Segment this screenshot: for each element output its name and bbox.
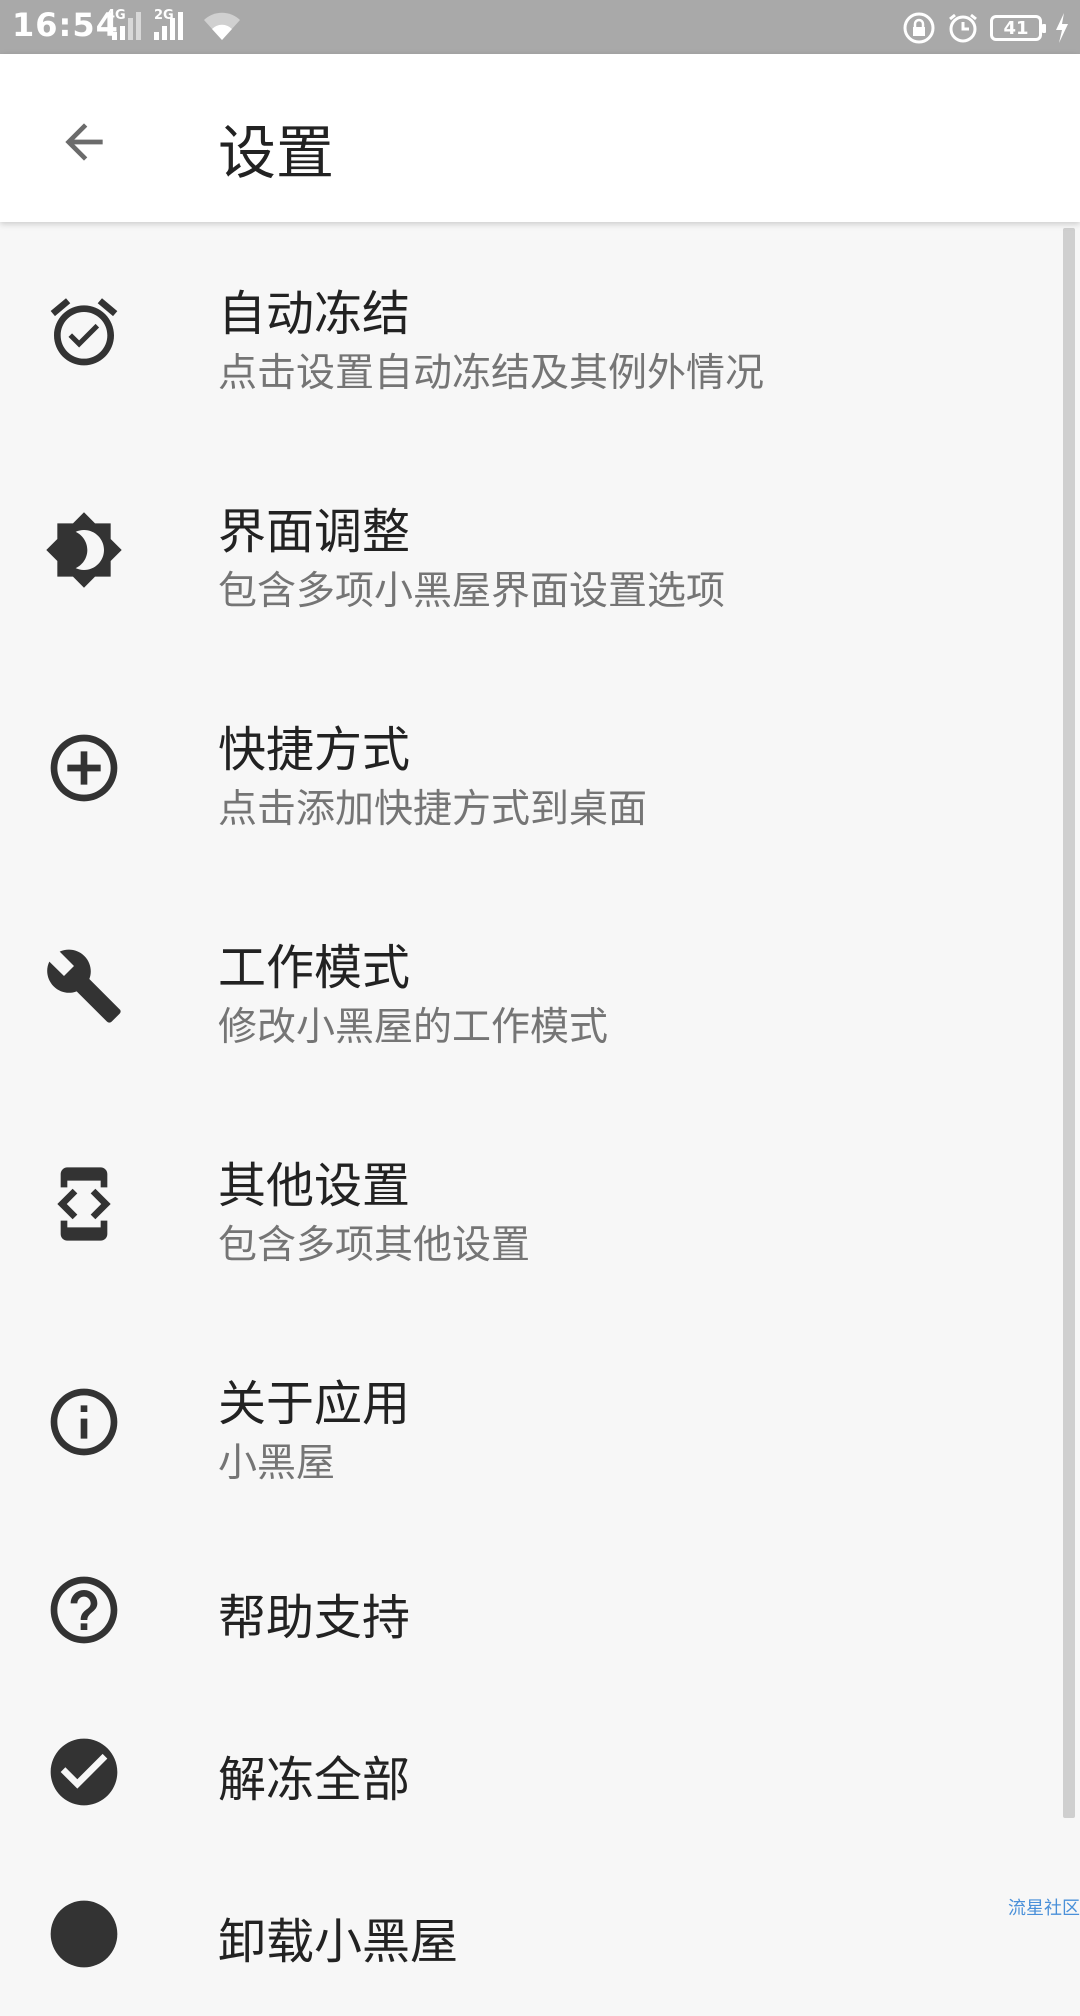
back-button[interactable]	[50, 108, 118, 176]
status-icons: 41	[902, 8, 1070, 48]
setting-about[interactable]: 关于应用 小黑屋	[0, 1312, 1062, 1530]
setting-subtitle: 包含多项小黑屋界面设置选项	[218, 569, 726, 614]
lock-icon	[903, 12, 935, 44]
circle-icon	[44, 1894, 124, 1974]
setting-ui-adjust[interactable]: 界面调整 包含多项小黑屋界面设置选项	[0, 440, 1062, 658]
setting-subtitle: 修改小黑屋的工作模式	[218, 1005, 609, 1050]
alarm-check-icon	[44, 292, 124, 372]
signal-icon: 4G	[106, 8, 146, 44]
setting-work-mode[interactable]: 工作模式 修改小黑屋的工作模式	[0, 876, 1062, 1094]
setting-title: 关于应用	[218, 1376, 411, 1432]
add-circle-icon	[44, 728, 124, 808]
help-icon	[44, 1570, 124, 1650]
app-bar: 设置	[0, 54, 1080, 222]
setting-title: 快捷方式	[218, 722, 411, 778]
setting-auto-freeze[interactable]: 自动冻结 点击设置自动冻结及其例外情况	[0, 222, 1062, 440]
setting-title: 解冻全部	[218, 1752, 411, 1808]
setting-title: 卸载小黑屋	[218, 1914, 459, 1970]
status-time: 16:54	[12, 6, 119, 44]
alarm-icon	[949, 13, 977, 43]
check-circle-icon	[44, 1732, 124, 1812]
scrollbar[interactable]	[1063, 228, 1075, 1818]
brightness-icon	[44, 510, 124, 590]
battery-icon: 41	[990, 15, 1046, 41]
signal-icon: 2G	[152, 8, 192, 44]
status-bar: 16:54 4G 2G 41	[0, 0, 1080, 54]
wrench-icon	[44, 946, 124, 1026]
wifi-icon	[200, 8, 244, 44]
page-title: 设置	[218, 119, 335, 187]
setting-title: 界面调整	[218, 504, 411, 560]
setting-unfreeze-all[interactable]: 解冻全部	[0, 1692, 1062, 1854]
battery-level: 41	[1003, 17, 1029, 39]
setting-title: 自动冻结	[218, 286, 411, 342]
info-icon	[44, 1382, 124, 1462]
setting-subtitle: 点击设置自动冻结及其例外情况	[218, 351, 765, 396]
charging-icon	[1056, 13, 1068, 43]
setting-help[interactable]: 帮助支持	[0, 1530, 1062, 1692]
setting-other[interactable]: 其他设置 包含多项其他设置	[0, 1094, 1062, 1312]
arrow-left-icon	[65, 123, 103, 161]
watermark: 流星社区	[1008, 1898, 1080, 1919]
developer-mode-icon	[44, 1164, 124, 1244]
setting-subtitle: 点击添加快捷方式到桌面	[218, 787, 648, 832]
setting-title: 其他设置	[218, 1158, 411, 1214]
setting-subtitle: 小黑屋	[218, 1441, 336, 1486]
setting-title: 工作模式	[218, 940, 411, 996]
setting-shortcut[interactable]: 快捷方式 点击添加快捷方式到桌面	[0, 658, 1062, 876]
setting-subtitle: 包含多项其他设置	[218, 1223, 531, 1268]
setting-uninstall[interactable]: 卸载小黑屋	[0, 1854, 1062, 2016]
setting-title: 帮助支持	[218, 1590, 411, 1646]
